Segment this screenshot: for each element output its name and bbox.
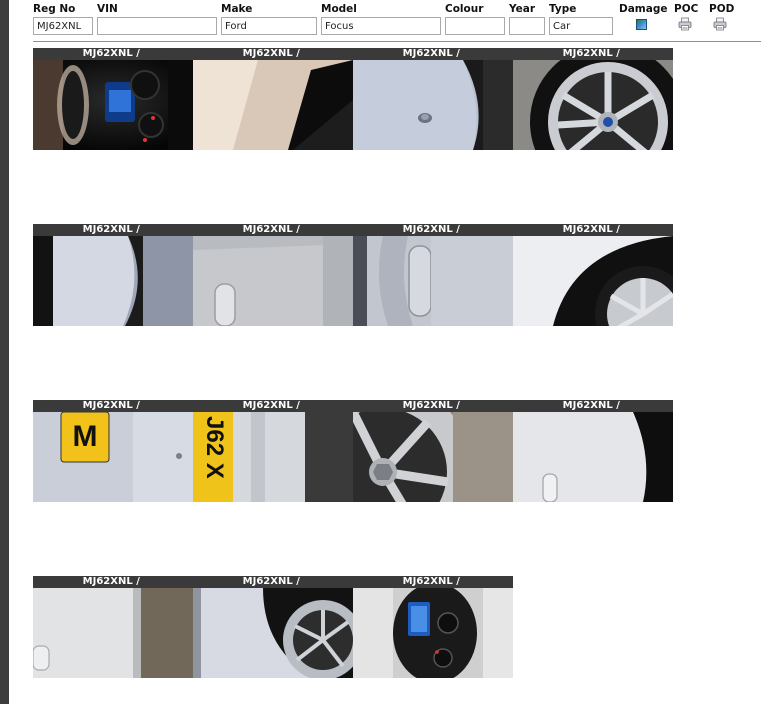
make-header: Make (221, 3, 253, 15)
photo-label: MJ62XNL / (193, 224, 353, 236)
poc-header: POC (674, 3, 699, 15)
photo-label: MJ62XNL / (33, 400, 193, 412)
type-header: Type (549, 3, 577, 15)
photo-thumbnail[interactable]: MJ62XNL / (353, 400, 513, 502)
damage-image-icon[interactable] (636, 19, 647, 30)
front-plate-text: J62 X (201, 416, 228, 479)
photo-label: MJ62XNL / (353, 224, 513, 236)
photo-thumbnail[interactable]: MJ62XNL / (513, 224, 673, 326)
reg-no-field[interactable] (33, 17, 93, 35)
dashboard-cluster-2-photo (353, 588, 513, 678)
alloy-wheel-side-photo (193, 588, 353, 678)
photo-label: MJ62XNL / (193, 400, 353, 412)
colour-header: Colour (445, 3, 484, 15)
wheel-arch-photo (33, 236, 193, 326)
photo-label: MJ62XNL / (513, 224, 673, 236)
photo-label: MJ62XNL / (353, 400, 513, 412)
vin-header: VIN (97, 3, 118, 15)
photo-thumbnail[interactable]: MJ62XNL / (193, 224, 353, 326)
photo-thumbnail[interactable]: MJ62XNL / M (33, 400, 193, 502)
model-header: Model (321, 3, 357, 15)
rear-plate-photo: M (33, 412, 193, 502)
bumper-sensor-photo (353, 60, 513, 150)
type-field[interactable] (549, 17, 613, 35)
photo-label: MJ62XNL / (193, 48, 353, 60)
left-sidebar-strip (0, 0, 9, 704)
front-plate-photo: J62 X (193, 412, 353, 502)
photo-label: MJ62XNL / (353, 576, 513, 588)
damage-header: Damage (619, 3, 668, 15)
photo-label: MJ62XNL / (33, 48, 193, 60)
photo-thumbnail[interactable]: MJ62XNL / (353, 48, 513, 150)
photo-thumbnail[interactable]: MJ62XNL / J62 X (193, 400, 353, 502)
photo-label: MJ62XNL / (33, 224, 193, 236)
photo-thumbnail[interactable]: MJ62XNL / (513, 48, 673, 150)
door-handle-photo (193, 236, 353, 326)
rear-door-photo (513, 412, 673, 502)
wheel-nut-photo (353, 412, 513, 502)
colour-field[interactable] (445, 17, 505, 35)
header-divider (33, 41, 761, 42)
photo-thumbnail[interactable]: MJ62XNL / (513, 400, 673, 502)
photo-thumbnail[interactable]: MJ62XNL / (353, 224, 513, 326)
door-interior-photo (193, 60, 353, 150)
photo-label: MJ62XNL / (33, 576, 193, 588)
photo-thumbnail[interactable]: MJ62XNL / (33, 576, 193, 678)
vin-field[interactable] (97, 17, 217, 35)
photo-label: MJ62XNL / (193, 576, 353, 588)
pod-header: POD (709, 3, 735, 15)
photo-thumbnail[interactable]: MJ62XNL / (33, 224, 193, 326)
photo-thumbnail[interactable]: MJ62XNL / (193, 576, 353, 678)
year-field[interactable] (509, 17, 545, 35)
pod-printer-icon[interactable] (713, 17, 727, 31)
photo-thumbnail[interactable]: MJ62XNL / (33, 48, 193, 150)
model-field[interactable] (321, 17, 441, 35)
photo-label: MJ62XNL / (513, 400, 673, 412)
photo-label: MJ62XNL / (353, 48, 513, 60)
make-field[interactable] (221, 17, 317, 35)
door-handle-side-photo (353, 236, 513, 326)
alloy-wheel-photo (513, 60, 673, 150)
door-lower-photo (33, 588, 193, 678)
wheel-arch-tyre-photo (513, 236, 673, 326)
dashboard-cluster-photo (33, 60, 193, 150)
photo-thumbnail[interactable]: MJ62XNL / (353, 576, 513, 678)
poc-printer-icon[interactable] (678, 17, 692, 31)
rear-plate-text: M (73, 420, 98, 453)
year-header: Year (509, 3, 536, 15)
reg-no-header: Reg No (33, 3, 76, 15)
photo-label: MJ62XNL / (513, 48, 673, 60)
photo-thumbnail[interactable]: MJ62XNL / (193, 48, 353, 150)
